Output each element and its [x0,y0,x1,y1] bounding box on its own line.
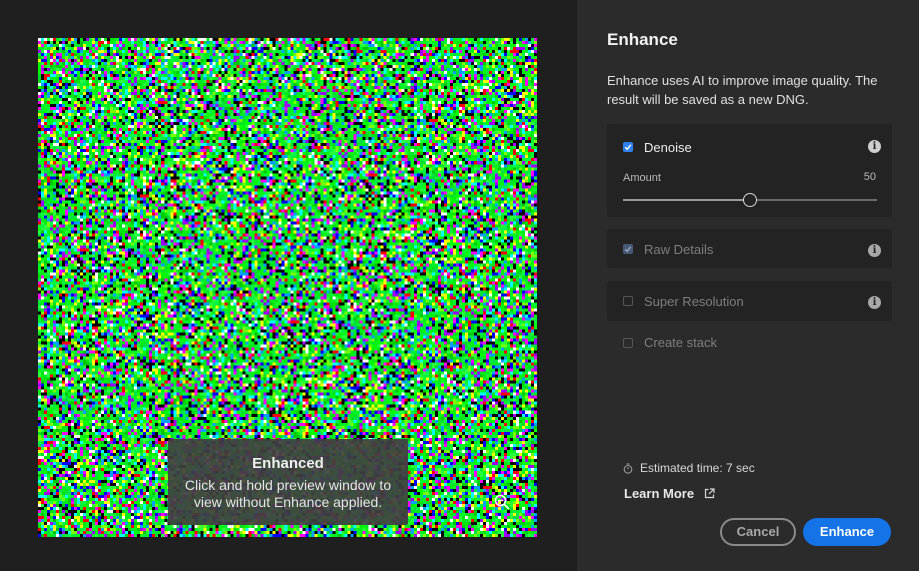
checkmark-icon [624,246,632,253]
checkmark-icon [624,144,632,151]
raw-details-info-icon[interactable]: i [868,244,881,257]
super-resolution-label: Super Resolution [644,293,744,309]
preview-image[interactable]: Enhanced Click and hold preview window t… [38,38,537,537]
overlay-hint: Click and hold preview window to view wi… [184,477,392,510]
panel-title: Enhance [607,30,678,49]
raw-details-label: Raw Details [644,241,714,257]
estimated-time: Estimated time: 7 sec [623,461,755,475]
amount-slider-fill [623,199,750,201]
denoise-info-icon[interactable]: i [868,140,881,153]
super-resolution-option[interactable]: Super Resolution [623,293,744,309]
amount-label: Amount [623,172,661,184]
preview-pane: Enhanced Click and hold preview window t… [0,0,577,571]
create-stack-label: Create stack [644,335,717,350]
overlay-title: Enhanced [252,455,324,472]
super-resolution-info-icon[interactable]: i [868,296,881,309]
amount-slider-thumb[interactable] [743,193,757,207]
create-stack-option[interactable]: Create stack [623,335,717,350]
raw-details-card: Raw Details i [607,229,892,268]
super-resolution-card: Super Resolution i [607,281,892,321]
cancel-button[interactable]: Cancel [720,518,796,546]
preview-hint-overlay: Enhanced Click and hold preview window t… [168,439,408,525]
estimated-time-text: Estimated time: 7 sec [640,461,755,475]
raw-details-checkbox[interactable] [623,244,633,254]
stopwatch-icon [623,462,633,474]
zoom-out-icon[interactable] [494,494,510,510]
raw-details-option[interactable]: Raw Details [623,241,713,257]
enhance-button[interactable]: Enhance [803,518,891,546]
amount-slider[interactable] [623,193,877,207]
enhance-dialog: Enhanced Click and hold preview window t… [0,0,919,571]
create-stack-checkbox[interactable] [623,337,633,348]
enhance-panel: Enhance Enhance uses AI to improve image… [577,0,919,571]
learn-more-link[interactable]: Learn More [624,486,715,501]
learn-more-label: Learn More [624,486,695,501]
denoise-label: Denoise [644,139,692,155]
denoise-checkbox[interactable] [623,142,633,152]
denoise-card: Denoise i Amount 50 [607,124,892,217]
super-resolution-checkbox[interactable] [623,296,633,306]
amount-value[interactable]: 50 [864,171,876,183]
panel-description: Enhance uses AI to improve image quality… [607,73,878,107]
denoise-option[interactable]: Denoise [623,139,692,155]
external-link-icon [704,488,715,499]
